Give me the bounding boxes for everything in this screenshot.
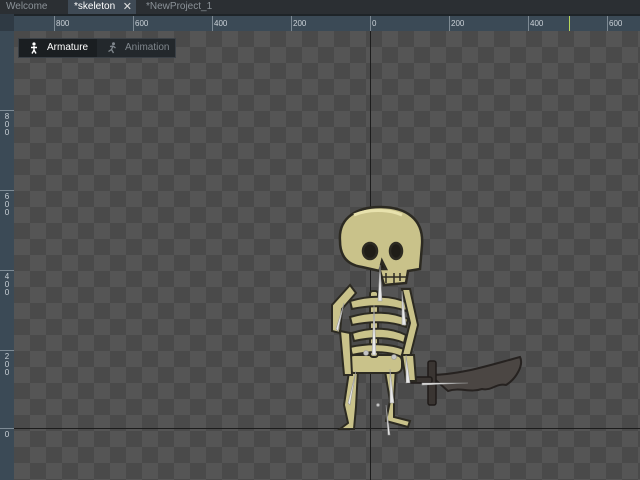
armature-figure-icon: [31, 42, 37, 54]
ruler-label: 400: [4, 272, 10, 297]
running-figure-icon: [108, 42, 116, 54]
ruler-label: 200: [4, 352, 10, 377]
mode-switcher: Armature Animation: [18, 38, 176, 58]
ruler-tick: [291, 16, 292, 31]
sword-sprite: [405, 355, 522, 406]
ruler-tick: [212, 16, 213, 31]
close-icon[interactable]: ✕: [123, 0, 132, 14]
tab-welcome[interactable]: Welcome: [0, 0, 58, 14]
ruler-tick: [133, 16, 134, 31]
ruler-tick: [0, 270, 14, 271]
ruler-tick: [0, 350, 14, 351]
ruler-label: 200: [451, 19, 465, 28]
ruler-tick: [370, 16, 371, 31]
ruler-tick: [0, 110, 14, 111]
ruler-label: 600: [135, 19, 149, 28]
tab-skeleton[interactable]: *skeleton ✕: [68, 0, 136, 14]
ruler-label: 800: [56, 19, 70, 28]
tab-label: Welcome: [6, 1, 48, 12]
armature-mode-button[interactable]: Armature: [19, 39, 97, 57]
skull-sprite: [338, 205, 424, 287]
document-tab-bar: Welcome *skeleton ✕ *NewProject_1: [0, 0, 640, 14]
ruler-label: 200: [293, 19, 307, 28]
ruler-label: 600: [609, 19, 623, 28]
ruler-label: 0: [372, 19, 377, 28]
ruler-tick: [0, 190, 14, 191]
animation-label: Animation: [125, 42, 170, 53]
ruler-tick: [528, 16, 529, 31]
ruler-cursor-marker: [569, 16, 570, 31]
ruler-label: 0: [4, 430, 10, 439]
animation-mode-button[interactable]: Animation: [97, 39, 175, 57]
tab-label: *skeleton: [74, 1, 116, 12]
tab-label: *NewProject_1: [146, 1, 213, 12]
tab-newproject[interactable]: *NewProject_1: [140, 0, 220, 14]
ruler-tick: [607, 16, 608, 31]
ruler-corner: [0, 14, 14, 31]
horizontal-ruler: 800 600 400 200 0 200 400 600: [14, 16, 640, 31]
vertical-ruler: 800 600 400 200 0: [0, 31, 14, 480]
ruler-tick: [449, 16, 450, 31]
ruler-tick: [54, 16, 55, 31]
ruler-tick: [0, 428, 14, 429]
ruler-label: 400: [214, 19, 228, 28]
ruler-label: 600: [4, 192, 10, 217]
armature-label: Armature: [47, 42, 89, 53]
ruler-label: 800: [4, 112, 10, 137]
skeleton-character[interactable]: [310, 205, 530, 437]
ruler-label: 400: [530, 19, 544, 28]
